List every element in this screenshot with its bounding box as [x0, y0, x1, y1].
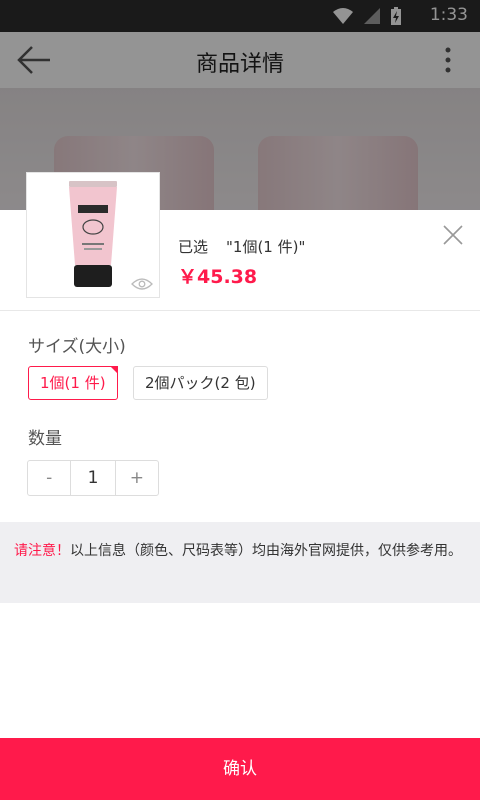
product-image [69, 181, 117, 287]
quantity-stepper: - 1 + [27, 460, 159, 496]
price: ￥45.38 [178, 266, 258, 288]
selected-label: 已选 [178, 238, 209, 256]
size-section-label: サイズ(大小) [28, 337, 126, 357]
sku-selector-sheet: 已选 "1個(1 件)" ￥45.38 サイズ(大小) 1個(1 件) 2個パック… [0, 172, 480, 800]
product-thumbnail [26, 172, 160, 298]
divider [0, 310, 480, 311]
close-icon[interactable] [442, 224, 464, 246]
selected-sku: 已选 "1個(1 件)" [178, 236, 305, 257]
quantity-plus-button[interactable]: + [116, 461, 158, 495]
notice-text: 请注意！以上信息（颜色、尺码表等）均由海外官网提供，仅供参考用。 [14, 539, 466, 563]
confirm-button[interactable]: 确认 [0, 738, 480, 800]
eye-icon[interactable] [131, 277, 153, 291]
notice-warning: 请注意！ [14, 543, 70, 559]
size-option-2[interactable]: 2個パック(2 包) [133, 366, 268, 400]
selected-value: "1個(1 件)" [226, 238, 306, 256]
quantity-minus-button[interactable]: - [28, 461, 70, 495]
quantity-section-label: 数量 [28, 429, 62, 449]
quantity-value[interactable]: 1 [70, 461, 116, 495]
size-option-1[interactable]: 1個(1 件) [28, 366, 118, 400]
notice-box: 请注意！以上信息（颜色、尺码表等）均由海外官网提供，仅供参考用。 [0, 522, 480, 603]
notice-body: 以上信息（颜色、尺码表等）均由海外官网提供，仅供参考用。 [70, 543, 462, 559]
